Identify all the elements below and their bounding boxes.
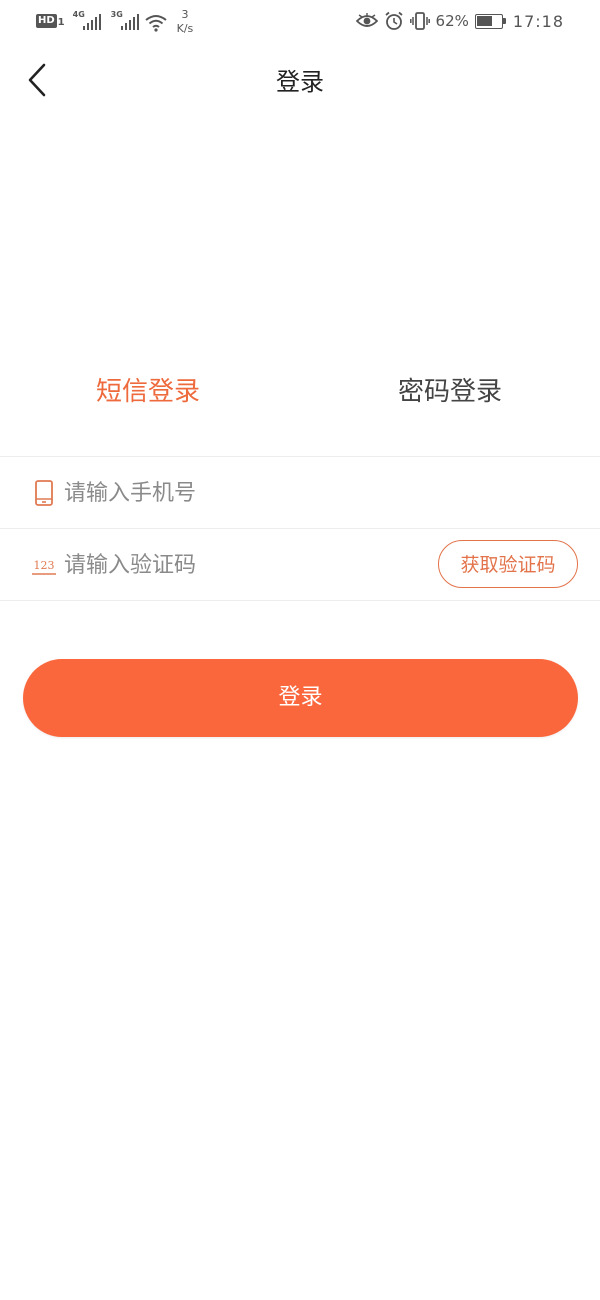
battery-fill xyxy=(477,16,492,26)
eye-icon xyxy=(355,13,378,27)
phone-icon xyxy=(35,480,53,506)
divider xyxy=(0,528,600,529)
get-code-button[interactable]: 获取验证码 xyxy=(438,540,578,588)
signal-4g: 4G xyxy=(73,8,103,34)
divider xyxy=(0,600,600,601)
tab-password-login[interactable]: 密码登录 xyxy=(398,360,502,424)
login-button[interactable]: 登录 xyxy=(23,659,578,737)
status-time: 17:18 xyxy=(512,11,564,31)
signal-bars-icon xyxy=(120,14,140,30)
nav-bar: 登录 xyxy=(0,42,600,118)
signal-3g: 3G xyxy=(111,8,141,34)
divider xyxy=(0,456,600,457)
wifi-icon xyxy=(145,15,167,32)
code-row: 123 获取验证码 xyxy=(0,530,600,600)
status-left: HD 1 4G 3G 3 K/s xyxy=(36,8,193,36)
status-bar: HD 1 4G 3G 3 K/s 62% 17:18 xyxy=(0,0,600,42)
alarm-icon xyxy=(384,11,403,30)
hd-sim-number: 1 xyxy=(57,17,65,28)
login-screen: HD 1 4G 3G 3 K/s 62% 17:18 登录 短信登录 密码登录 … xyxy=(0,0,600,1300)
vibrate-icon xyxy=(409,12,430,30)
phone-row xyxy=(0,458,600,528)
hd-badge: HD xyxy=(36,14,57,28)
signal-bars-icon xyxy=(82,14,102,30)
speed-value: 3 xyxy=(181,8,189,21)
verification-code-input[interactable] xyxy=(64,544,404,586)
phone-input[interactable] xyxy=(64,472,404,514)
page-title: 登录 xyxy=(276,68,324,96)
login-tabs: 短信登录 密码登录 xyxy=(0,360,600,424)
code-123-icon: 123 xyxy=(32,559,56,575)
battery-percent: 62% xyxy=(435,12,469,30)
network-speed: 3 K/s xyxy=(177,8,194,36)
status-right: 62% 17:18 xyxy=(350,10,564,32)
battery-icon xyxy=(474,13,506,29)
tab-sms-login[interactable]: 短信登录 xyxy=(96,360,200,424)
speed-unit: K/s xyxy=(176,22,194,35)
code-icon-text: 123 xyxy=(34,559,55,572)
